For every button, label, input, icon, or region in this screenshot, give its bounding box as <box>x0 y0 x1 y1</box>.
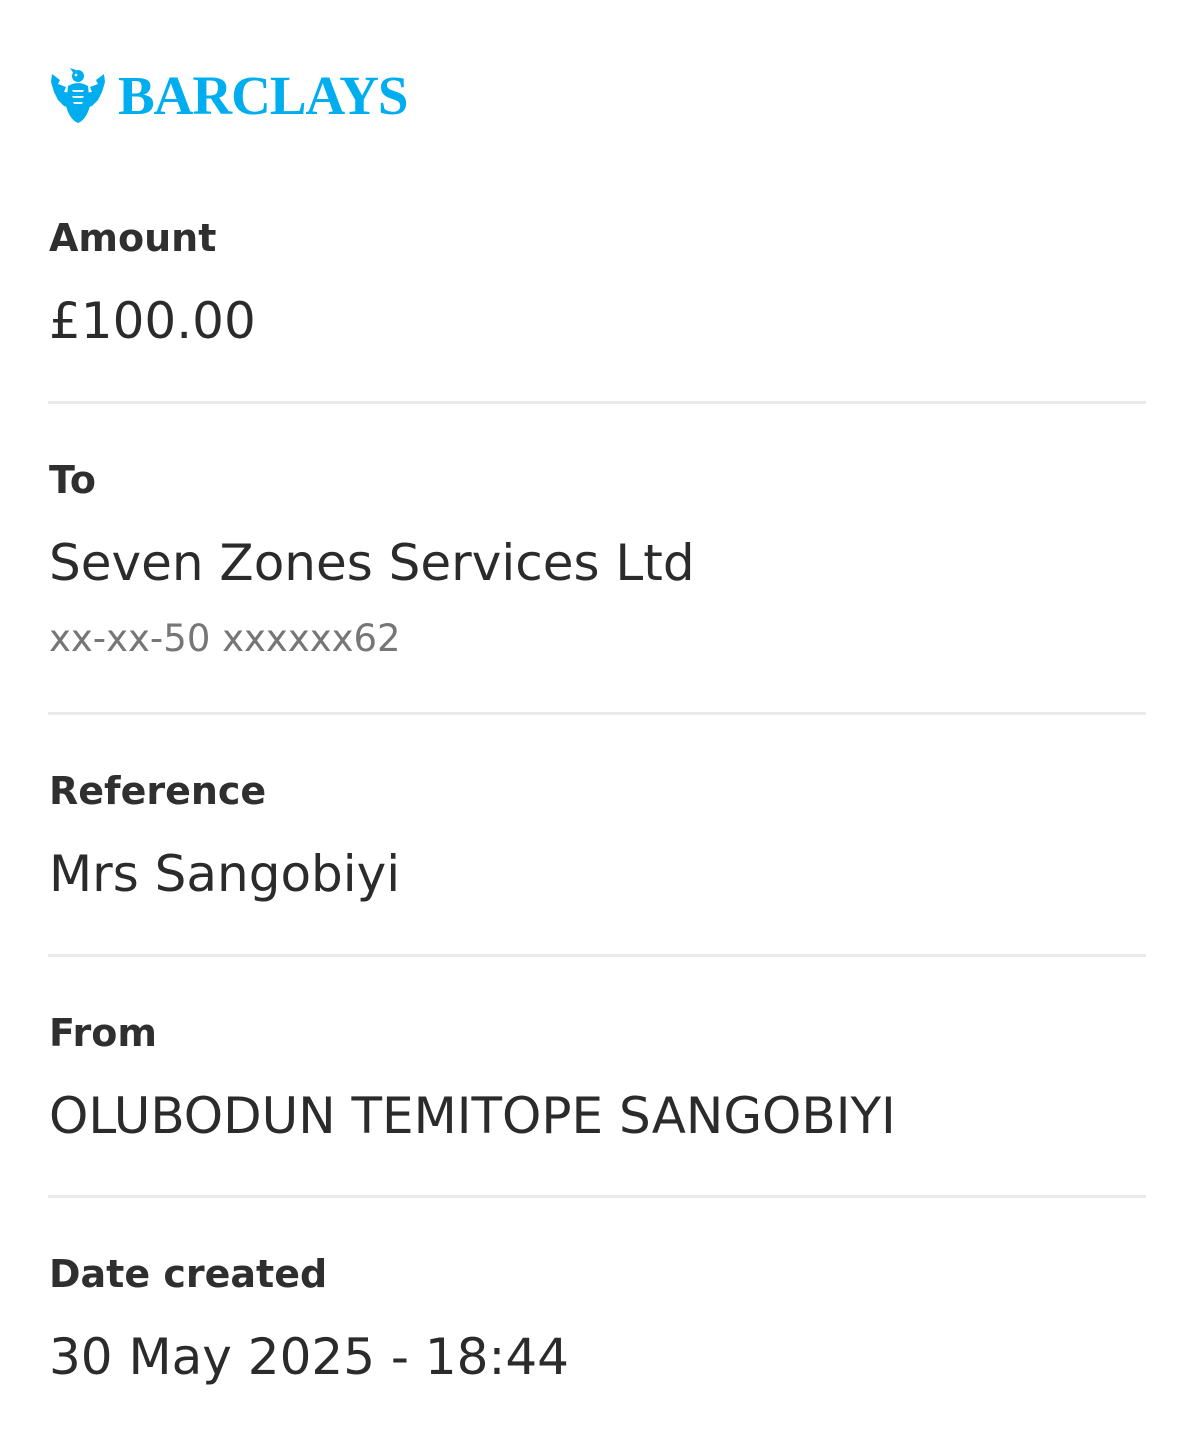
reference-label: Reference <box>49 769 267 813</box>
reference-value: Mrs Sangobiyi <box>49 845 401 903</box>
date-created-label: Date created <box>49 1252 328 1296</box>
divider <box>48 401 1146 404</box>
from-label: From <box>49 1011 157 1055</box>
from-value: OLUBODUN TEMITOPE SANGOBIYI <box>49 1087 896 1145</box>
amount-value: £100.00 <box>49 292 256 350</box>
divider <box>48 712 1146 715</box>
amount-label: Amount <box>49 216 217 260</box>
divider <box>48 954 1146 957</box>
to-label: To <box>49 458 96 502</box>
eagle-icon <box>51 68 105 123</box>
date-created-value: 30 May 2025 - 18:44 <box>49 1328 569 1386</box>
payee-account-number: xx-xx-50 xxxxxx62 <box>49 617 401 660</box>
barclays-logo: BARCLAYS <box>50 64 409 126</box>
divider <box>48 1195 1146 1198</box>
payee-name: Seven Zones Services Ltd <box>49 534 695 592</box>
brand-wordmark: BARCLAYS <box>118 64 409 126</box>
